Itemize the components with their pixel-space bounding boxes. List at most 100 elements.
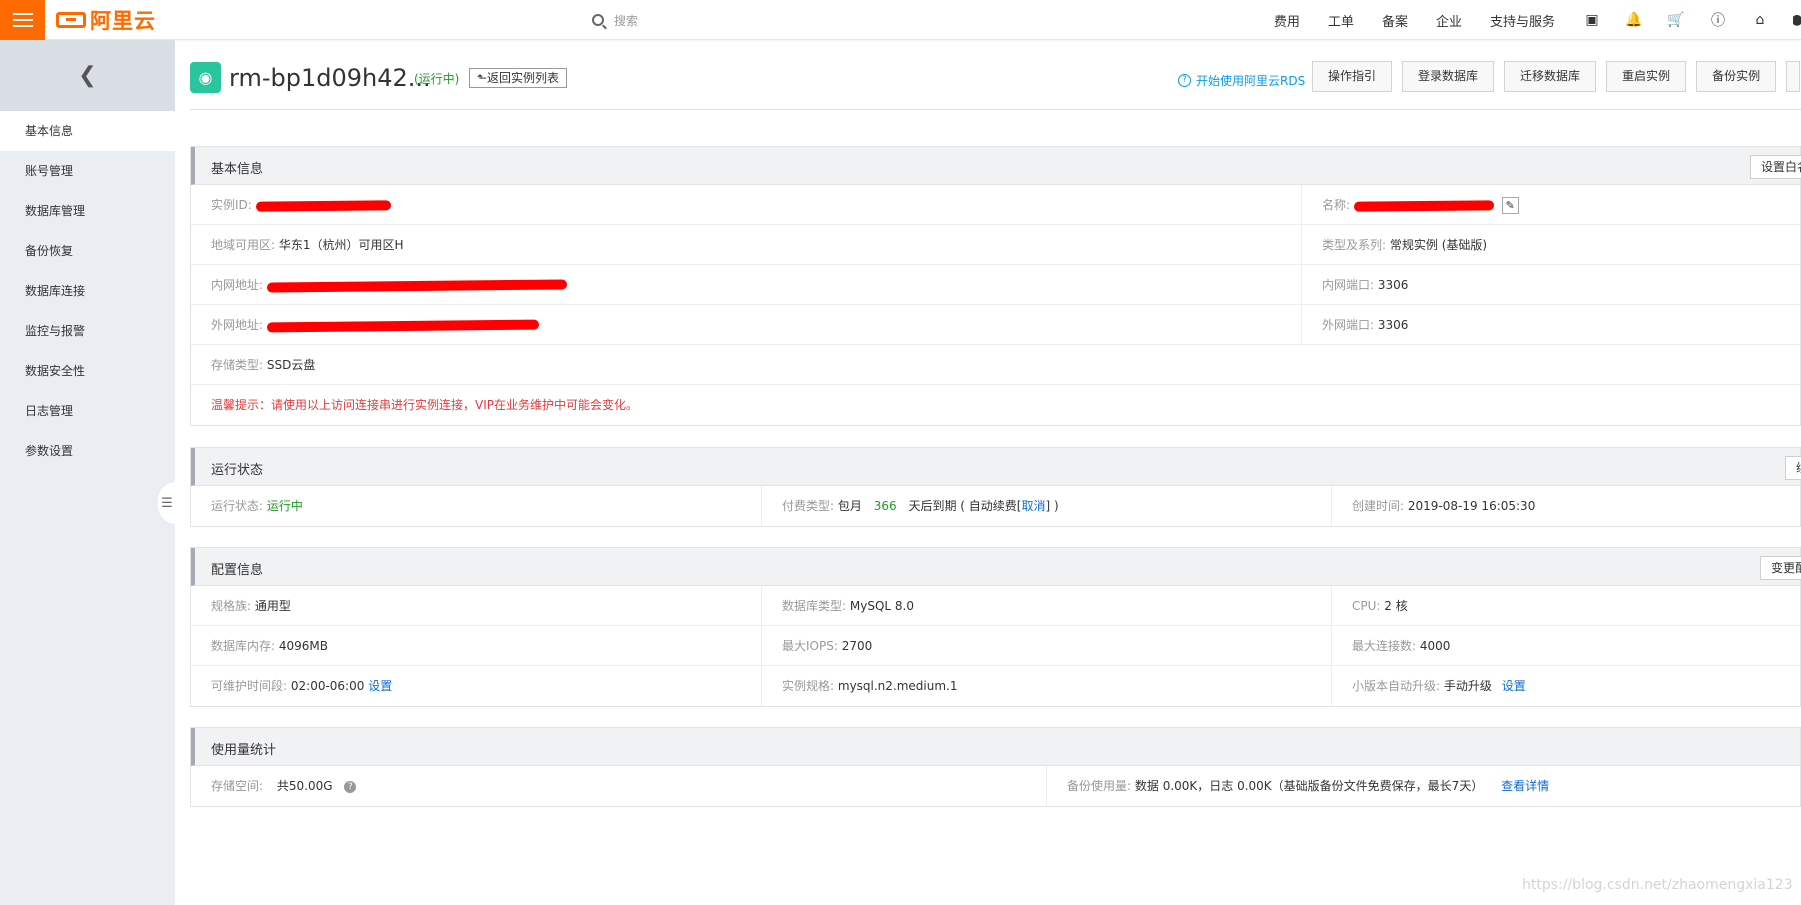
- basic-info-header: 基本信息 设置白名: [191, 147, 1801, 185]
- expiry-text: 天后到期 ( 自动续费[: [908, 499, 1022, 513]
- migrate-db-button[interactable]: 迁移数据库: [1504, 61, 1597, 92]
- renew-button[interactable]: 续: [1785, 456, 1801, 480]
- set-maintenance-link[interactable]: 设置: [368, 679, 392, 693]
- cpu-value: 2 核: [1384, 599, 1408, 613]
- nav-support[interactable]: 支持与服务: [1490, 11, 1555, 30]
- backup-usage-value: 数据 0.00K，日志 0.00K（基础版备份文件免费保存，最长7天）: [1134, 779, 1484, 793]
- sidebar-item-accounts[interactable]: 账号管理: [0, 151, 175, 191]
- db-memory-label: 数据库内存:: [211, 639, 276, 653]
- intranet-port-value: 3306: [1377, 278, 1409, 292]
- redacted-instance-id: [255, 199, 391, 212]
- internet-port-value: 3306: [1377, 318, 1409, 332]
- back-list-label: 返回实例列表: [487, 71, 560, 85]
- table-row: 规格族: 通用型 数据库类型: MySQL 8.0 CPU: 2 核: [191, 586, 1800, 626]
- help-icon[interactable]: ⓘ: [1709, 11, 1727, 29]
- type-value: 常规实例 (基础版): [1389, 238, 1488, 252]
- connection-tip: 温馨提示：请使用以上访问连接串进行实例连接，VIP在业务维护中可能会变化。: [211, 398, 638, 412]
- sidebar-item-security[interactable]: 数据安全性: [0, 351, 175, 391]
- sidebar-item-parameters[interactable]: 参数设置: [0, 431, 175, 471]
- max-connections-label: 最大连接数:: [1352, 639, 1417, 653]
- home-icon[interactable]: ⌂: [1751, 11, 1769, 29]
- top-nav: 费用 工单 备案 企业 支持与服务 ▣ 🔔 🛒 ⓘ ⌂ ●: [1274, 0, 1801, 40]
- more-button[interactable]: [1786, 61, 1801, 92]
- instance-spec-label: 实例规格:: [782, 679, 835, 693]
- instance-header: ◉ rm-bp1d09h42... (运行中) ⬑返回实例列表 ? 开始使用阿里…: [190, 40, 1801, 110]
- sidebar-item-connection[interactable]: 数据库连接: [0, 271, 175, 311]
- db-type-label: 数据库类型:: [782, 599, 847, 613]
- user-icon[interactable]: ●: [1793, 11, 1801, 29]
- sidebar-item-databases[interactable]: 数据库管理: [0, 191, 175, 231]
- storage-space-value: 共50.00G: [276, 779, 333, 793]
- redacted-internet-address: [266, 319, 539, 332]
- set-upgrade-link[interactable]: 设置: [1502, 679, 1526, 693]
- days-remaining: 366: [873, 499, 897, 513]
- minor-upgrade-label: 小版本自动升级:: [1352, 679, 1441, 693]
- cancel-auto-renew-link[interactable]: 取消: [1021, 499, 1045, 513]
- table-row: 数据库内存: 4096MB 最大IOPS: 2700 最大连接数: 4000: [191, 626, 1800, 666]
- basic-info-panel: 基本信息 设置白名 实例ID: 名称: ✎ 地域可用区: 华东1（杭州）可用区H…: [190, 146, 1801, 426]
- basic-info-title: 基本信息: [211, 162, 264, 177]
- aliyun-logo-mark: [56, 12, 86, 28]
- nav-enterprise[interactable]: 企业: [1436, 11, 1462, 30]
- table-row: 运行状态: 运行中 付费类型: 包月 366 天后到期 ( 自动续费[取消] )…: [191, 486, 1800, 526]
- instance-status: (运行中): [414, 72, 460, 86]
- backup-instance-button[interactable]: 备份实例: [1696, 61, 1777, 92]
- intranet-address-label: 内网地址:: [211, 278, 264, 292]
- table-row: 外网地址: 外网端口: 3306: [191, 305, 1800, 345]
- table-row: 可维护时间段: 02:00-06:00 设置 实例规格: mysql.n2.me…: [191, 666, 1800, 706]
- table-row: 实例ID: 名称: ✎: [191, 185, 1800, 225]
- guide-button[interactable]: 操作指引: [1312, 61, 1393, 92]
- internet-port-label: 外网端口:: [1322, 318, 1375, 332]
- instance-name: rm-bp1d09h42...: [229, 64, 431, 92]
- table-row: 内网地址: 内网端口: 3306: [191, 265, 1800, 305]
- sidebar-item-logs[interactable]: 日志管理: [0, 391, 175, 431]
- set-whitelist-button[interactable]: 设置白名: [1750, 155, 1801, 179]
- table-row: 存储空间: 共50.00G ? 备份使用量: 数据 0.00K，日志 0.00K…: [191, 766, 1800, 806]
- type-label: 类型及系列:: [1322, 238, 1387, 252]
- usage-panel: 使用量统计 存储空间: 共50.00G ? 备份使用量: 数据 0.00K，日志…: [190, 727, 1801, 807]
- nav-ticket[interactable]: 工单: [1328, 11, 1354, 30]
- login-db-button[interactable]: 登录数据库: [1402, 61, 1495, 92]
- aliyun-logo[interactable]: 阿里云: [56, 6, 156, 34]
- change-config-button[interactable]: 变更配: [1760, 556, 1801, 580]
- storage-type-value: SSD云盘: [266, 358, 316, 372]
- sidebar-item-basic-info[interactable]: 基本信息: [0, 111, 175, 151]
- created-time-label: 创建时间:: [1352, 499, 1405, 513]
- usage-title: 使用量统计: [211, 743, 277, 758]
- search-icon[interactable]: [592, 14, 604, 26]
- watermark: https://blog.csdn.net/zhaomengxia123: [1522, 877, 1793, 893]
- redacted-name: [1353, 199, 1494, 212]
- nav-fee[interactable]: 费用: [1274, 11, 1300, 30]
- config-title: 配置信息: [211, 563, 264, 578]
- table-row: 存储类型: SSD云盘: [191, 345, 1800, 385]
- region-label: 地域可用区:: [211, 238, 276, 252]
- search-box[interactable]: 搜索: [592, 9, 638, 31]
- max-iops-label: 最大IOPS:: [782, 639, 838, 653]
- edit-icon[interactable]: ✎: [1501, 197, 1519, 214]
- start-rds-link[interactable]: ? 开始使用阿里云RDS: [1178, 72, 1305, 89]
- storage-type-label: 存储类型:: [211, 358, 264, 372]
- terminal-icon[interactable]: ▣: [1583, 11, 1601, 29]
- bell-icon[interactable]: 🔔: [1625, 11, 1643, 29]
- config-header: 配置信息 变更配: [191, 548, 1801, 586]
- region-value: 华东1（杭州）可用区H: [278, 238, 404, 252]
- backup-usage-label: 备份使用量:: [1067, 779, 1132, 793]
- sidebar-item-monitoring[interactable]: 监控与报警: [0, 311, 175, 351]
- back-arrow-icon[interactable]: ❮: [0, 40, 175, 111]
- max-connections-value: 4000: [1419, 639, 1451, 653]
- back-to-list-button[interactable]: ⬑返回实例列表: [469, 68, 568, 88]
- instance-id-label: 实例ID:: [211, 198, 252, 212]
- maintenance-window-label: 可维护时间段:: [211, 679, 288, 693]
- view-details-link[interactable]: 查看详情: [1501, 779, 1549, 793]
- restart-instance-button[interactable]: 重启实例: [1606, 61, 1687, 92]
- nav-icp[interactable]: 备案: [1382, 11, 1408, 30]
- status-value: 运行中: [266, 499, 303, 513]
- created-time-value: 2019-08-19 16:05:30: [1407, 499, 1536, 513]
- question-icon[interactable]: ?: [344, 780, 357, 793]
- cart-icon[interactable]: 🛒: [1667, 11, 1685, 29]
- menu-icon[interactable]: [0, 0, 45, 40]
- storage-space-label: 存储空间:: [211, 779, 264, 793]
- sidebar-item-backup[interactable]: 备份恢复: [0, 231, 175, 271]
- internet-address-label: 外网地址:: [211, 318, 264, 332]
- logo-text: 阿里云: [90, 9, 156, 33]
